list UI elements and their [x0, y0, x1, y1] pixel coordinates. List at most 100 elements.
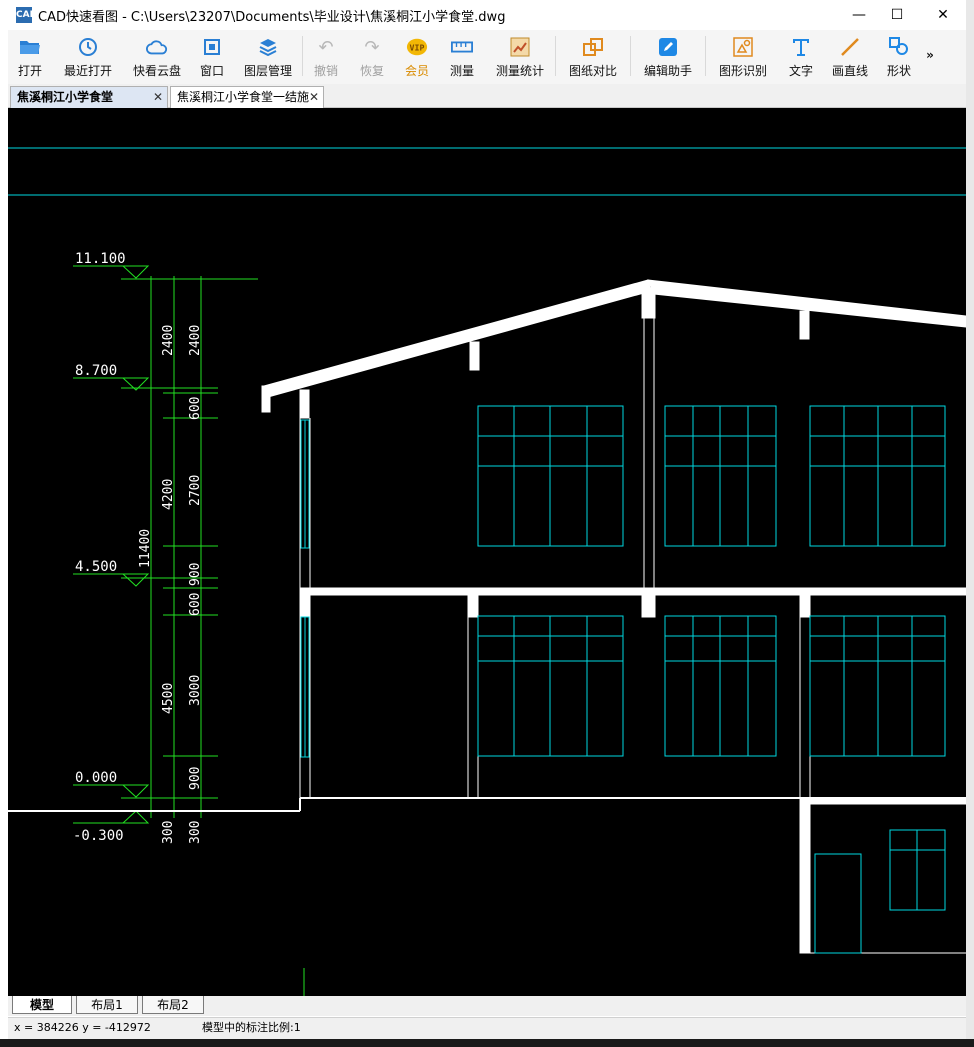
title-bar: CAD CAD快速看图 - C:\Users\23207\Documents\毕… — [8, 0, 966, 30]
line-icon — [839, 36, 861, 58]
cursor-coordinates: x = 384226 y = -412972 — [14, 1021, 151, 1034]
elevation-label: 11.100 — [75, 251, 126, 267]
cloud-icon — [146, 36, 168, 58]
vip-icon: VIP — [406, 36, 428, 58]
window-frame-icon — [201, 36, 223, 58]
annotation-scale: 模型中的标注比例:1 — [202, 1021, 301, 1034]
layers-button[interactable]: 图层管理 — [234, 30, 302, 84]
elevation-markers — [73, 265, 150, 824]
shape-icon — [888, 36, 910, 58]
cad-drawing: 11.100 8.700 4.500 0.000 -0.300 2400 420… — [8, 147, 966, 996]
app-icon: CAD — [16, 7, 37, 23]
shape-label: 形状 — [886, 64, 911, 78]
edit-assistant-button[interactable]: 编辑助手 — [631, 30, 705, 84]
document-tabs: 焦溪桐江小学食堂 ✕ 焦溪桐江小学食堂一结施 ✕ — [8, 84, 966, 108]
dim-label: 900 — [188, 563, 203, 586]
lower-annex-openings — [814, 829, 946, 954]
recent-label: 最近打开 — [63, 64, 112, 78]
app-window: CAD CAD快速看图 - C:\Users\23207\Documents\毕… — [0, 0, 974, 1047]
compare-icon — [582, 36, 604, 58]
drawing-canvas[interactable]: 11.100 8.700 4.500 0.000 -0.300 2400 420… — [8, 108, 966, 996]
dim-label: 600 — [188, 397, 203, 420]
draw-line-button[interactable]: 画直线 — [822, 30, 878, 84]
draw-line-label: 画直线 — [831, 64, 868, 78]
tab-label: 焦溪桐江小学食堂 — [17, 90, 114, 104]
shape-recognize-label: 图形识别 — [718, 64, 767, 78]
text-t-icon — [790, 36, 812, 58]
redo-icon: ↷ — [364, 36, 380, 58]
maximize-button[interactable]: ☐ — [874, 0, 920, 30]
tab-close-icon[interactable]: ✕ — [153, 87, 163, 107]
ruler-icon — [451, 36, 473, 58]
taskbar-edge — [0, 1039, 974, 1047]
undo-button[interactable]: ↶ 撤销 — [303, 30, 349, 84]
elevation-label: 8.700 — [75, 363, 117, 379]
elevation-label: 0.000 — [75, 770, 117, 786]
folder-icon — [19, 36, 41, 58]
dim-label: 2700 — [188, 475, 203, 506]
window-title: CAD快速看图 - C:\Users\23207\Documents\毕业设计\… — [38, 9, 506, 25]
window-grid — [477, 405, 624, 547]
tab-layout1[interactable]: 布局1 — [76, 996, 138, 1014]
status-bar: x = 384226 y = -412972 模型中的标注比例:1 — [8, 1017, 966, 1039]
vip-label: 会员 — [404, 64, 429, 78]
undo-icon: ↶ — [318, 36, 334, 58]
text-label: 文字 — [788, 64, 813, 78]
background-strip-left — [0, 30, 8, 1047]
redo-label: 恢复 — [359, 64, 384, 78]
tab-close-icon[interactable]: ✕ — [309, 87, 319, 107]
dim-label: 600 — [188, 593, 203, 616]
window-grid — [809, 615, 946, 757]
vip-button[interactable]: VIP 会员 — [395, 30, 439, 84]
compare-button[interactable]: 图纸对比 — [556, 30, 630, 84]
measure-label: 测量 — [449, 64, 474, 78]
tab-model[interactable]: 模型 — [12, 996, 72, 1014]
dim-label: 4500 — [161, 683, 176, 714]
edit-assistant-label: 编辑助手 — [643, 64, 692, 78]
measure-button[interactable]: 测量 — [439, 30, 485, 84]
close-button[interactable]: ✕ — [920, 0, 966, 30]
upper-windows — [477, 405, 946, 547]
window-scrollbar-right[interactable] — [966, 0, 974, 1047]
shape-recognize-button[interactable]: 图形识别 — [706, 30, 780, 84]
cloud-label: 快看云盘 — [132, 64, 181, 78]
tab-layout2[interactable]: 布局2 — [142, 996, 204, 1014]
window-grid — [809, 405, 946, 547]
lower-windows — [477, 615, 946, 757]
elevation-label: 4.500 — [75, 559, 117, 575]
window-grid — [664, 615, 777, 757]
toolbar-more-button[interactable]: » — [920, 30, 940, 84]
clock-history-icon — [77, 36, 99, 58]
layers-label: 图层管理 — [243, 64, 292, 78]
open-button[interactable]: 打开 — [8, 30, 52, 84]
dim-label: 3000 — [188, 675, 203, 706]
window-label: 窗口 — [199, 64, 224, 78]
elevation-labels: 11.100 8.700 4.500 0.000 -0.300 — [73, 251, 126, 844]
open-label: 打开 — [17, 64, 42, 78]
window-grid — [477, 615, 624, 757]
door — [814, 853, 862, 954]
text-button[interactable]: 文字 — [780, 30, 822, 84]
elevation-label: -0.300 — [73, 828, 124, 844]
dim-label: 2400 — [188, 325, 203, 356]
layout-tabs: 模型 布局1 布局2 — [8, 996, 966, 1016]
dim-label: 11400 — [138, 529, 153, 568]
cloud-button[interactable]: 快看云盘 — [124, 30, 190, 84]
recent-open-button[interactable]: 最近打开 — [52, 30, 124, 84]
toolbar: 打开 最近打开 快看云盘 窗口 图层管理 ↶ 撤销 ↷ 恢复 VIP 会员 测量… — [8, 30, 966, 84]
dim-label: 900 — [188, 767, 203, 790]
measure-stats-button[interactable]: 测量统计 — [485, 30, 555, 84]
edit-assistant-icon — [657, 36, 679, 58]
dim-label: 4200 — [161, 479, 176, 510]
compare-label: 图纸对比 — [568, 64, 617, 78]
dim-label: 300 — [188, 821, 203, 844]
stats-chart-icon — [509, 36, 531, 58]
redo-button[interactable]: ↷ 恢复 — [349, 30, 395, 84]
shape-button[interactable]: 形状 — [878, 30, 920, 84]
window-grid — [664, 405, 777, 547]
window-button[interactable]: 窗口 — [190, 30, 234, 84]
tab-document[interactable]: 焦溪桐江小学食堂一结施 ✕ — [170, 86, 324, 108]
dimension-labels: 2400 4200 4500 300 11400 2400 600 2700 9… — [138, 325, 203, 844]
svg-text:VIP: VIP — [410, 43, 425, 53]
tab-document-active[interactable]: 焦溪桐江小学食堂 ✕ — [10, 86, 168, 108]
